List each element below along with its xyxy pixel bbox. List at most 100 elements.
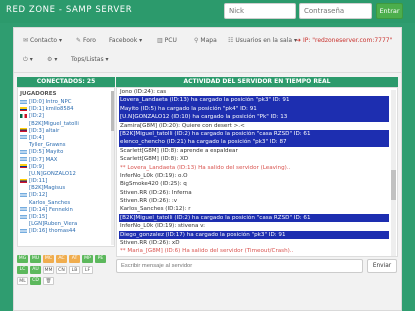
nav-power[interactable]: ⏻ ▾ bbox=[23, 56, 33, 64]
player-item[interactable]: [ID:15] bbox=[20, 214, 110, 221]
player-item[interactable]: [U.N]GONZALO12 bbox=[20, 171, 110, 178]
flag-icon bbox=[20, 99, 27, 104]
log-line: BigSmoke420 (ID:25): q bbox=[120, 181, 187, 188]
player-name: [LGN]Ruben_Viera bbox=[29, 221, 78, 228]
power-icon: ⏻ bbox=[23, 56, 28, 63]
player-item[interactable]: Karlos_Sanches bbox=[20, 200, 110, 207]
activity-scrollbar-thumb[interactable] bbox=[391, 170, 396, 200]
activity-scrollbar[interactable] bbox=[391, 90, 396, 256]
players-header: CONECTADOS: 25 bbox=[17, 77, 115, 87]
arrow-right-icon: ➜ bbox=[296, 37, 303, 44]
nav-foro-label: Foro bbox=[83, 37, 96, 44]
player-name: [ID:1] kmilo8584 bbox=[29, 106, 74, 113]
mode-badge[interactable]: CD bbox=[30, 277, 41, 285]
nav-usuarios[interactable]: ☷ Usuarios en la sala ▾ bbox=[228, 37, 297, 44]
player-item[interactable]: [B2K]Magisus bbox=[20, 185, 110, 192]
nav-contacto[interactable]: ✉ Contacto ▾ bbox=[23, 37, 62, 44]
player-item[interactable]: [ID:9] bbox=[20, 164, 110, 171]
mode-badge[interactable]: AC bbox=[56, 255, 67, 263]
player-name: Karlos_Sanches bbox=[29, 199, 71, 206]
flag-icon bbox=[20, 178, 27, 183]
player-name: [ID:7] MAX bbox=[29, 156, 58, 163]
flag-icon bbox=[20, 164, 27, 169]
map-marker-icon: ⚲ bbox=[194, 37, 199, 44]
enter-button[interactable]: Entrar bbox=[376, 3, 403, 19]
activity-log-box: Jono (ID:24): cas Lovera_Landaeta (ID:13)… bbox=[116, 87, 398, 257]
player-item[interactable]: [ID:3] altair bbox=[20, 128, 110, 135]
log-line: Karlos_Sanches (ID:12): r bbox=[120, 206, 191, 213]
mode-badge[interactable]: MC bbox=[43, 255, 54, 263]
brand-title[interactable]: RED ZONE - SAMP SERVER bbox=[6, 5, 132, 15]
chart-icon: ▥ bbox=[157, 37, 163, 44]
player-item[interactable]: [ID:16] thomas44 bbox=[20, 228, 110, 235]
players-list-box: JUGADORES [ID:0] Intro_NPC [ID:1] kmilo85… bbox=[17, 87, 115, 247]
nav-tops[interactable]: Tops/Listas ▾ bbox=[71, 56, 109, 63]
player-item[interactable]: [ID:1] kmilo8584 bbox=[20, 106, 110, 113]
send-button[interactable]: Enviar bbox=[367, 259, 397, 273]
nav-ip-label: IP: "redzoneserver.com:7777" bbox=[302, 37, 393, 44]
player-item[interactable]: [ID:0] Intro_NPC bbox=[20, 99, 110, 106]
nav-contacto-label: Contacto bbox=[30, 37, 58, 44]
mode-badge[interactable]: CN bbox=[56, 266, 67, 274]
message-input[interactable] bbox=[116, 259, 363, 273]
caret-icon: ▾ bbox=[29, 56, 33, 63]
flag-icon bbox=[20, 149, 27, 154]
nav-pcu[interactable]: ▥ PCU bbox=[157, 37, 177, 44]
players-subheader: JUGADORES bbox=[20, 91, 57, 97]
nav-divider bbox=[14, 72, 401, 73]
player-name: Tyller_Grawns bbox=[29, 142, 66, 149]
nav-settings[interactable]: ⚙ ▾ bbox=[47, 56, 57, 63]
player-item[interactable]: [ID:12] bbox=[20, 192, 110, 199]
players-scrollbar[interactable] bbox=[111, 91, 114, 245]
activity-log: Jono (ID:24): cas Lovera_Landaeta (ID:13)… bbox=[119, 88, 389, 256]
nav-mapa[interactable]: ⚲ Mapa bbox=[194, 37, 217, 44]
player-name: [ID:11] bbox=[29, 178, 48, 185]
gear-icon: ⚙ bbox=[47, 56, 53, 63]
nav-foro[interactable]: ✎ Foro bbox=[76, 37, 96, 44]
player-item[interactable]: [LGN]Ruben_Viera bbox=[20, 221, 110, 228]
nav-facebook[interactable]: Facebook ▾ bbox=[109, 37, 142, 44]
password-input[interactable] bbox=[299, 3, 372, 19]
mode-badge[interactable]: MP bbox=[82, 255, 93, 263]
log-line: Scarlett[G8M] (ID:8): XD bbox=[120, 156, 189, 163]
mode-badge[interactable]: LB bbox=[69, 266, 80, 274]
mode-badge[interactable]: PE bbox=[95, 255, 106, 263]
player-item[interactable]: [ID:2] bbox=[20, 113, 110, 120]
mode-badge[interactable]: AT bbox=[69, 255, 80, 263]
nav-usuarios-label: Usuarios en la sala bbox=[235, 37, 293, 44]
main-panel: ✉ Contacto ▾ ✎ Foro Facebook ▾ ▥ PCU ⚲ Mapa … bbox=[13, 27, 402, 311]
player-name: [ID:3] altair bbox=[29, 127, 60, 134]
mode-badge[interactable]: MM bbox=[43, 266, 54, 274]
nav-server-ip[interactable]: ➜ IP: "redzoneserver.com:7777" bbox=[296, 37, 392, 44]
log-line: Scarlett[G8M] (ID:8): aprende a espaldea… bbox=[120, 147, 238, 154]
mode-badge[interactable]: MU bbox=[30, 255, 41, 263]
players-list: [ID:0] Intro_NPC [ID:1] kmilo8584 [ID:2] [B… bbox=[20, 99, 110, 236]
trash-icon[interactable]: 🗑 bbox=[43, 277, 54, 285]
log-line: Stiven.RR (ID:26): Inferna bbox=[120, 189, 192, 196]
nick-input[interactable] bbox=[224, 3, 296, 19]
player-item[interactable]: [ID:5] Mayito bbox=[20, 149, 110, 156]
mode-badge[interactable]: LF bbox=[82, 266, 93, 274]
player-item[interactable]: Tyller_Grawns bbox=[20, 142, 110, 149]
flag-icon bbox=[20, 113, 27, 118]
mode-badge[interactable]: AU bbox=[30, 266, 41, 274]
player-item[interactable]: [ID:14] Fennekin bbox=[20, 207, 110, 214]
players-scrollbar-thumb[interactable] bbox=[111, 91, 114, 131]
mode-badge[interactable]: LC bbox=[17, 266, 28, 274]
mode-badge[interactable]: ML bbox=[17, 277, 28, 285]
log-line: elenco_chencho (ID:21) ha cargado la pos… bbox=[119, 138, 389, 147]
player-name: [B2K]Magisus bbox=[29, 185, 66, 192]
flag-icon bbox=[20, 135, 27, 140]
caret-icon: ▾ bbox=[54, 56, 58, 63]
player-item[interactable]: [ID:11] bbox=[20, 178, 110, 185]
log-line: Mayito (ID:5) ha cargado la posición "pk… bbox=[119, 104, 389, 114]
player-item[interactable]: [ID:4] bbox=[20, 135, 110, 142]
player-name: [U.N]GONZALO12 bbox=[29, 170, 76, 177]
player-name: [ID:4] bbox=[29, 134, 44, 141]
log-line: [B2K]Miguel_tatolli (ID:2) ha cargado la… bbox=[119, 129, 389, 139]
flag-icon bbox=[20, 157, 27, 161]
player-item[interactable]: [B2K]Miguel_tatolli bbox=[20, 121, 110, 128]
mode-badge[interactable]: MG bbox=[17, 255, 28, 263]
player-item[interactable]: [ID:7] MAX bbox=[20, 157, 110, 164]
nav-mapa-label: Mapa bbox=[200, 37, 217, 44]
